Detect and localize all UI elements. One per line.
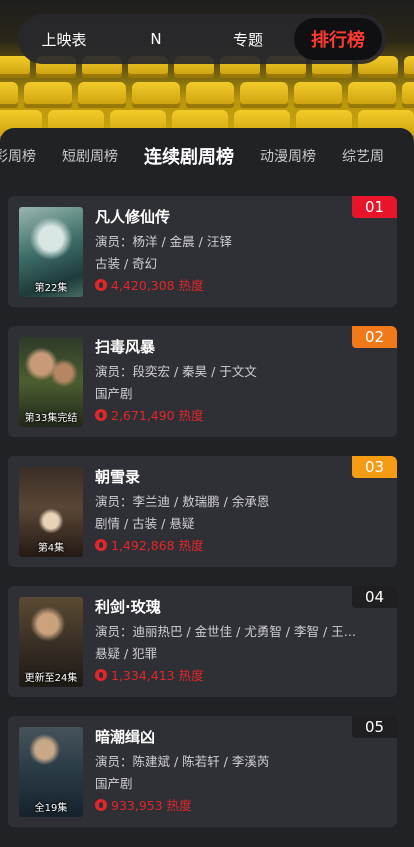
category-tabs: 彩周榜 短剧周榜 连续剧周榜 动漫周榜 综艺周	[0, 140, 414, 172]
heat-value: 2,671,490 热度	[111, 408, 204, 423]
poster-image: 更新至24集	[19, 597, 83, 687]
rank-badge: 04	[352, 586, 397, 608]
item-genre: 国产剧	[95, 776, 133, 791]
item-cast: 演员：段奕宏 / 秦昊 / 于文文	[95, 364, 257, 379]
subtab-movie-weekly[interactable]: 彩周榜	[0, 146, 36, 166]
tab-news[interactable]: N	[110, 30, 202, 48]
item-title: 凡人修仙传	[95, 208, 171, 226]
subtab-series-weekly[interactable]: 连续剧周榜	[144, 143, 234, 169]
seat-row	[0, 82, 414, 108]
poster-caption: 全19集	[34, 803, 68, 814]
poster-image: 全19集	[19, 727, 83, 817]
poster-image: 第22集	[19, 207, 83, 297]
item-heat: 4,420,308 热度	[95, 275, 204, 294]
flame-icon	[95, 538, 107, 551]
item-heat: 2,671,490 热度	[95, 405, 204, 424]
item-genre: 悬疑 / 犯罪	[95, 646, 158, 661]
poster-image: 第33集完结	[19, 337, 83, 427]
subtab-short-drama-weekly[interactable]: 短剧周榜	[62, 146, 118, 166]
item-genre: 剧情 / 古装 / 悬疑	[95, 516, 195, 531]
item-title: 暗潮缉凶	[95, 728, 156, 746]
item-heat: 1,334,413 热度	[95, 665, 204, 684]
item-genre: 古装 / 奇幻	[95, 256, 158, 271]
top-nav: 上映表 N 专题 排行榜	[18, 14, 386, 64]
item-cast: 演员：迪丽热巴 / 金世佳 / 尤勇智 / 李智 / 王…	[95, 624, 357, 639]
heat-value: 1,492,868 热度	[111, 538, 204, 553]
ranking-panel: 彩周榜 短剧周榜 连续剧周榜 动漫周榜 综艺周 第22集 凡人修仙传 演员：杨洋…	[0, 128, 414, 847]
ranking-item[interactable]: 第33集完结 扫毒风暴 演员：段奕宏 / 秦昊 / 于文文 国产剧 2,671,…	[8, 326, 397, 437]
item-genre: 国产剧	[95, 386, 133, 401]
subtab-anime-weekly[interactable]: 动漫周榜	[260, 146, 316, 166]
heat-value: 933,953 热度	[111, 798, 192, 813]
rank-badge: 01	[352, 196, 397, 218]
item-cast: 演员：陈建斌 / 陈若轩 / 李溪芮	[95, 754, 270, 769]
flame-icon	[95, 408, 107, 421]
poster-caption: 第33集完结	[24, 413, 78, 424]
item-cast: 演员：杨洋 / 金晨 / 汪铎	[95, 234, 232, 249]
ranking-item[interactable]: 第22集 凡人修仙传 演员：杨洋 / 金晨 / 汪铎 古装 / 奇幻 4,420…	[8, 196, 397, 307]
ranking-item[interactable]: 更新至24集 利剑·玫瑰 演员：迪丽热巴 / 金世佳 / 尤勇智 / 李智 / …	[8, 586, 397, 697]
flame-icon	[95, 668, 107, 681]
poster-caption: 第22集	[34, 283, 68, 294]
poster-caption: 更新至24集	[24, 673, 78, 684]
subtab-variety-weekly[interactable]: 综艺周	[342, 146, 384, 166]
ranking-item[interactable]: 第4集 朝雪录 演员：李兰迪 / 敖瑞鹏 / 余承恩 剧情 / 古装 / 悬疑 …	[8, 456, 397, 567]
item-heat: 933,953 热度	[95, 795, 192, 814]
rank-badge: 03	[352, 456, 397, 478]
poster-caption: 第4集	[37, 543, 65, 554]
heat-value: 4,420,308 热度	[111, 278, 204, 293]
ranking-item[interactable]: 全19集 暗潮缉凶 演员：陈建斌 / 陈若轩 / 李溪芮 国产剧 933,953…	[8, 716, 397, 827]
item-cast: 演员：李兰迪 / 敖瑞鹏 / 余承恩	[95, 494, 270, 509]
flame-icon	[95, 798, 107, 811]
item-heat: 1,492,868 热度	[95, 535, 204, 554]
poster-image: 第4集	[19, 467, 83, 557]
tab-schedule[interactable]: 上映表	[18, 29, 110, 50]
rank-badge: 05	[352, 716, 397, 738]
flame-icon	[95, 278, 107, 291]
tab-rankings[interactable]: 排行榜	[294, 18, 382, 60]
tab-topics[interactable]: 专题	[202, 29, 294, 50]
item-title: 扫毒风暴	[95, 338, 156, 356]
rank-badge: 02	[352, 326, 397, 348]
item-title: 利剑·玫瑰	[95, 598, 161, 616]
item-title: 朝雪录	[95, 468, 141, 486]
heat-value: 1,334,413 热度	[111, 668, 204, 683]
